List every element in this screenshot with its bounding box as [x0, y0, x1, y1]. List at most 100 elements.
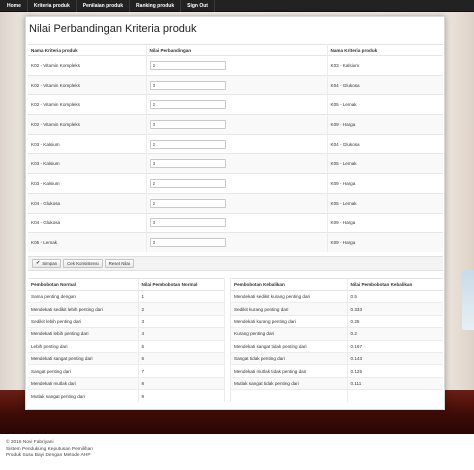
nav-kriteria-produk[interactable]: Kriteria produk [28, 0, 77, 12]
check-icon: ✔ [36, 260, 41, 266]
footer-line-3: Produk Susu Bayi Dengan Metode AHP [6, 453, 91, 459]
header-left-criteria: Nama Kriteria produk [28, 44, 146, 56]
content-panel: Nilai Perbandingan Kriteria produk Nama … [25, 16, 445, 410]
table-row: Sedikit kurang penting dari 0.333 [231, 302, 443, 316]
table-row: K02 - Vitamin Kompleks K09 - Harga [28, 114, 443, 135]
nav-sign-out[interactable]: Sign Out [181, 0, 215, 12]
weight-value: 0.5 [346, 289, 443, 303]
weight-value: 3 [137, 314, 224, 328]
weight-value: 8 [137, 376, 224, 390]
table-row: Mendekati sangat tidak penting dari 0.167 [231, 339, 443, 353]
table-row: Sedikit lebih penting dari 3 [28, 314, 224, 328]
weight-label [231, 389, 347, 403]
inverse-weight-table: Pembobotan Kebalikan Nilai Pembobotan Ke… [231, 278, 443, 403]
right-criteria: K04 - Glukosa [327, 133, 443, 154]
comparison-value-input[interactable] [149, 218, 226, 228]
weight-value: 0.25 [346, 314, 443, 328]
header-inverse-weight-value: Nilai Pembobotan Kebalikan [346, 278, 443, 291]
comparison-value-input[interactable] [149, 238, 226, 248]
weight-label: Mendekati sangat penting dari [28, 351, 138, 365]
form-actions: ✔ Simpan Cek Konsistensi Reset Nilai [28, 256, 443, 271]
weight-value: 0.2 [346, 327, 443, 341]
weight-value: 7 [137, 364, 224, 378]
weight-label: Mendekati sangat tidak penting dari [231, 339, 347, 353]
table-row: K03 - Kalsium K09 - Harga [28, 173, 443, 194]
left-criteria: K04 - Glukosa [28, 212, 146, 233]
left-criteria: K02 - Vitamin Kompleks [28, 94, 146, 115]
header-normal-weight-value: Nilai Pembobotan Normal [137, 278, 224, 291]
table-row: Sama penting dengan 1 [28, 289, 224, 303]
right-criteria: K09 - Harga [327, 114, 443, 135]
table-row: Mendekati sedikit lebih penting dari 2 [28, 302, 224, 316]
right-criteria: K05 - Lemak [327, 94, 443, 115]
comparison-value-input[interactable] [149, 198, 226, 208]
header-comparison-value: Nilai Perbandingan [145, 44, 328, 56]
right-criteria: K09 - Harga [327, 212, 443, 233]
background-decoration [462, 270, 474, 330]
weight-label: Sama penting dengan [28, 289, 138, 303]
weight-label: Mutlak sangat penting dari [28, 389, 138, 403]
weight-label: Mutlak sangat tidak penting dari [231, 376, 347, 390]
table-row: Sangat penting dari 7 [28, 364, 224, 378]
comparison-value-input[interactable] [149, 100, 226, 110]
weight-label: Sedikit kurang penting dari [231, 302, 347, 316]
table-row: K04 - Glukosa K09 - Harga [28, 212, 443, 233]
header-normal-weight: Pembobotan Normal [28, 278, 138, 291]
nav-home[interactable]: Home [1, 0, 28, 12]
weight-value: 0.125 [346, 364, 443, 378]
left-criteria: K03 - Kalsium [28, 153, 146, 174]
weight-label: Sedikit lebih penting dari [28, 314, 138, 328]
table-row: Lebih penting dari 5 [28, 339, 224, 353]
table-row: K03 - Kalsium K05 - Lemak [28, 153, 443, 174]
weight-label: Mendekati sedikit lebih penting dari [28, 302, 138, 316]
page-title: Nilai Perbandingan Kriteria produk [29, 23, 197, 35]
table-row: Mendekati lebih penting dari 4 [28, 327, 224, 341]
weight-label: Kurang penting dari [231, 327, 347, 341]
right-criteria: K09 - Harga [327, 173, 443, 194]
nav-penilaian-produk[interactable]: Penilaian produk [77, 0, 131, 12]
left-criteria: K05 - Lemak [28, 232, 146, 253]
save-button[interactable]: ✔ Simpan [32, 259, 62, 268]
table-row: K05 - Lemak K09 - Harga [28, 232, 443, 253]
left-criteria: K04 - Glukosa [28, 192, 146, 213]
table-row: K03 - Kalsium K04 - Glukosa [28, 133, 443, 154]
table-row: Mendekati kurang penting dari 0.25 [231, 314, 443, 328]
reset-button[interactable]: Reset Nilai [104, 259, 134, 268]
weight-value: 1 [137, 289, 224, 303]
weight-value: 0.333 [346, 302, 443, 316]
footer: © 2016 Novi Fabriyani Sistem Pendukung K… [6, 440, 93, 460]
right-criteria: K05 - Lemak [327, 192, 443, 213]
table-row: Mutlak sangat penting dari 9 [28, 389, 224, 403]
weight-value: 0.167 [346, 339, 443, 353]
comparison-value-input[interactable] [149, 119, 226, 129]
comparison-value-input[interactable] [149, 60, 226, 70]
weight-value: 9 [137, 389, 224, 403]
table-row [231, 389, 443, 403]
table-row: Sangat tidak penting dari 0.143 [231, 351, 443, 365]
check-consistency-button[interactable]: Cek Konsistensi [63, 259, 103, 268]
left-criteria: K02 - Vitamin Kompleks [28, 74, 146, 95]
left-criteria: K03 - Kalsium [28, 133, 146, 154]
left-criteria: K02 - Vitamin Kompleks [28, 55, 146, 76]
comparison-value-input[interactable] [149, 159, 226, 169]
comparison-value-input[interactable] [149, 178, 226, 188]
weight-value: 6 [137, 351, 224, 365]
left-criteria: K02 - Vitamin Kompleks [28, 114, 146, 135]
table-row: K02 - Vitamin Kompleks K05 - Lemak [28, 94, 443, 115]
table-row: K02 - Vitamin Kompleks K03 - Kalsium [28, 55, 443, 76]
weight-label: Mendekati mutlak dari [28, 376, 138, 390]
right-criteria: K05 - Lemak [327, 153, 443, 174]
table-divider [224, 278, 231, 402]
weight-label: Mendekati mutlak tidak penting dari [231, 364, 347, 378]
weight-label: Mendekati sedikit kurang penting dari [231, 289, 347, 303]
save-button-label: Simpan [42, 260, 58, 266]
right-criteria: K04 - Glukosa [327, 74, 443, 95]
nav-ranking-produk[interactable]: Ranking produk [130, 0, 182, 12]
weight-label: Mendekati kurang penting dari [231, 314, 347, 328]
weight-value: 5 [137, 339, 224, 353]
comparison-value-input[interactable] [149, 80, 226, 90]
header-right-criteria: Nama Kriteria produk [327, 44, 443, 56]
comparison-value-input[interactable] [149, 139, 226, 149]
table-row: Mendekati mutlak tidak penting dari 0.125 [231, 364, 443, 378]
table-row: Kurang penting dari 0.2 [231, 327, 443, 341]
